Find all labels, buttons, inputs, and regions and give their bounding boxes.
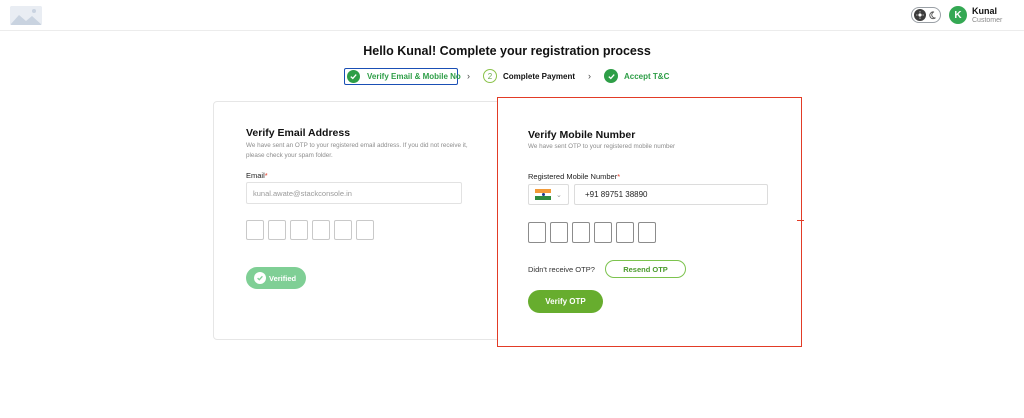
step-number: 2 [483,69,497,83]
user-name: Kunal [972,6,998,16]
otp-digit-input[interactable] [528,222,546,243]
step-accept-tc[interactable]: Accept T&C [624,72,669,81]
otp-digit-input[interactable] [356,220,374,240]
otp-digit-input[interactable] [616,222,634,243]
step-label: Verify Email & Mobile No [367,72,461,81]
image-placeholder-icon[interactable] [10,6,42,25]
avatar[interactable]: K [949,6,967,24]
chevron-right-icon: › [588,71,591,81]
mobile-card-description: We have sent OTP to your registered mobi… [528,143,676,150]
chevron-down-icon: ⌄ [556,191,562,199]
otp-digit-input[interactable] [594,222,612,243]
chevron-right-icon: › [467,71,470,81]
phone-label: Registered Mobile Number* [528,172,621,181]
country-code-select[interactable]: ⌄ [528,184,569,205]
verified-button[interactable]: Verified [246,267,306,289]
sun-icon [914,9,926,21]
otp-digit-input[interactable] [550,222,568,243]
user-role: Customer [972,17,1003,24]
otp-digit-input[interactable] [268,220,286,240]
check-circle-icon [347,70,360,83]
moon-icon [928,10,938,20]
verified-label: Verified [269,273,297,283]
verify-otp-button[interactable]: Verify OTP [528,290,603,313]
otp-digit-input[interactable] [638,222,656,243]
india-flag-icon [535,189,551,201]
mobile-otp-inputs [528,222,656,243]
step-verify-email-mobile[interactable]: Verify Email & Mobile No [344,68,461,85]
mobile-card-title: Verify Mobile Number [528,129,636,141]
email-card-description: We have sent an OTP to your registered e… [246,142,468,159]
page-title: Hello Kunal! Complete your registration … [363,44,651,58]
otp-digit-input[interactable] [312,220,330,240]
check-circle-icon [254,272,266,284]
otp-digit-input[interactable] [334,220,352,240]
email-field[interactable]: kunal.awate@stackconsole.in [246,182,462,204]
phone-number-field[interactable]: +91 89751 38890 [574,184,768,205]
top-bar: K Kunal Customer [0,0,1024,31]
email-card-title: Verify Email Address [246,127,351,139]
step-complete-payment[interactable]: Complete Payment [503,72,575,81]
check-circle-icon [604,69,618,83]
resend-otp-button[interactable]: Resend OTP [605,260,686,278]
otp-digit-input[interactable] [290,220,308,240]
highlight-marker [797,220,804,221]
theme-toggle[interactable] [911,7,941,23]
email-label: Email* [246,171,268,180]
email-otp-inputs [246,220,374,240]
resend-prompt: Didn't receive OTP? [528,265,595,274]
otp-digit-input[interactable] [246,220,264,240]
otp-digit-input[interactable] [572,222,590,243]
